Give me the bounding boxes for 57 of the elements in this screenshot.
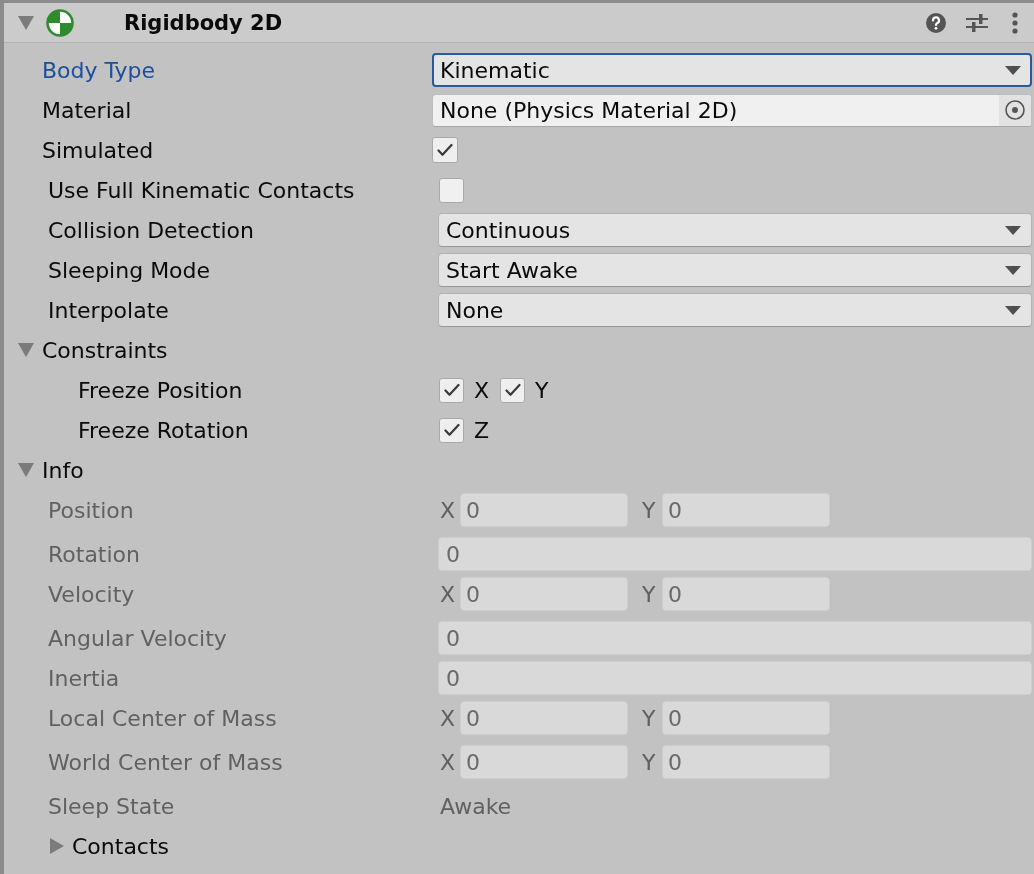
checkered-circle-icon: [46, 8, 74, 37]
sliders-icon[interactable]: [966, 11, 988, 34]
axis-label: X: [439, 749, 457, 775]
axis-label: Y: [641, 497, 657, 523]
foldout-label[interactable]: Constraints: [42, 337, 168, 363]
property-label: Sleeping Mode: [48, 257, 211, 283]
target-icon: [1005, 100, 1025, 120]
axis-label: Y: [641, 749, 657, 775]
caret-down-icon: [1005, 65, 1021, 75]
check-icon: [443, 423, 460, 437]
axis-label: X: [439, 497, 457, 523]
checkbox[interactable]: [439, 377, 464, 403]
axis-label: X: [439, 705, 457, 731]
property-label: Material: [42, 97, 132, 123]
caret-down-icon[interactable]: [18, 343, 34, 357]
property-label: Sleep State: [48, 793, 175, 819]
property-label: Velocity: [48, 581, 135, 607]
property-value: Awake: [439, 793, 512, 819]
property-label: Freeze Position: [78, 377, 243, 403]
axis-label: Y: [535, 377, 549, 403]
property-label: Collision Detection: [48, 217, 254, 243]
property-label: Position: [48, 497, 134, 523]
axis-label: Z: [474, 417, 490, 443]
checkbox[interactable]: [439, 417, 464, 443]
checkbox[interactable]: [500, 377, 526, 403]
dropdown[interactable]: Continuous: [438, 213, 1032, 247]
property-label: Interpolate: [48, 297, 169, 323]
caret-down-icon: [1005, 225, 1021, 235]
property-label: Rotation: [48, 541, 140, 567]
property-label: Angular Velocity: [48, 625, 227, 651]
check-icon: [504, 383, 521, 397]
checkbox[interactable]: [432, 137, 458, 163]
property-label: Freeze Rotation: [78, 417, 249, 443]
property-label: Body Type: [42, 57, 156, 83]
help-icon[interactable]: [926, 12, 946, 33]
axis-label: Y: [641, 705, 657, 731]
check-icon: [437, 143, 453, 157]
checkbox[interactable]: [439, 177, 464, 203]
property-label: Use Full Kinematic Contacts: [48, 177, 355, 203]
property-label: Inertia: [48, 665, 120, 691]
check-icon: [443, 383, 460, 397]
property-label: Simulated: [42, 137, 154, 163]
object-picker-button[interactable]: [999, 94, 1031, 126]
caret-down-icon[interactable]: [18, 15, 34, 30]
property-label: World Center of Mass: [48, 749, 283, 775]
more-icon[interactable]: [1012, 11, 1018, 34]
axis-label: X: [474, 377, 490, 403]
caret-down-icon: [1005, 265, 1021, 275]
caret-down-icon: [1005, 305, 1021, 315]
property-label: Local Center of Mass: [48, 705, 277, 731]
axis-label: X: [439, 581, 457, 607]
axis-label: Y: [641, 581, 657, 607]
component-title: Rigidbody 2D: [124, 10, 284, 35]
dropdown[interactable]: Kinematic: [432, 53, 1032, 87]
dropdown[interactable]: Start Awake: [438, 253, 1032, 287]
object-field[interactable]: None (Physics Material 2D): [432, 93, 1032, 127]
dropdown[interactable]: None: [438, 293, 1032, 327]
